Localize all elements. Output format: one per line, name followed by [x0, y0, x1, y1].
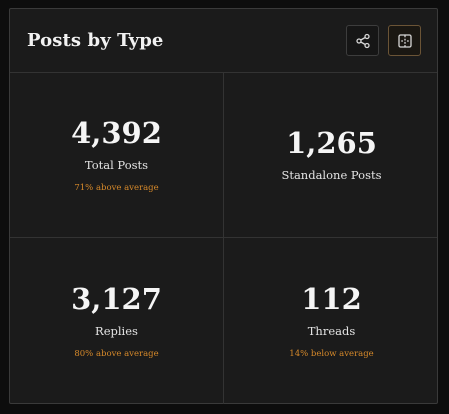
stat-value: 1,265 [286, 126, 377, 160]
grid-divider-horizontal [10, 237, 437, 238]
stat-label: Threads [307, 324, 356, 338]
stat-note: 14% below average [289, 349, 374, 359]
stat-standalone-posts: 1,265 Standalone Posts [224, 126, 439, 183]
stat-label: Standalone Posts [281, 168, 382, 182]
stat-value: 4,392 [71, 116, 162, 150]
card-title: Posts by Type [27, 30, 164, 51]
card-header: Posts by Type [10, 9, 437, 73]
share-button[interactable] [346, 25, 379, 56]
stat-note: 80% above average [74, 349, 159, 359]
stat-value: 112 [301, 282, 362, 316]
split-view-icon [397, 33, 413, 49]
stat-replies: 3,127 Replies 80% above average [10, 282, 223, 360]
share-icon [355, 33, 371, 49]
posts-by-type-card: Posts by Type 4,392 Total Posts 71% abov… [9, 8, 438, 404]
stat-total-posts: 4,392 Total Posts 71% above average [10, 116, 223, 194]
stats-grid: 4,392 Total Posts 71% above average 1,26… [10, 73, 437, 404]
stat-value: 3,127 [71, 282, 162, 316]
stat-threads: 112 Threads 14% below average [224, 282, 439, 360]
stat-label: Total Posts [84, 158, 149, 172]
toggle-layout-button[interactable] [388, 25, 421, 56]
stat-note: 71% above average [74, 183, 159, 193]
stat-label: Replies [95, 324, 138, 338]
